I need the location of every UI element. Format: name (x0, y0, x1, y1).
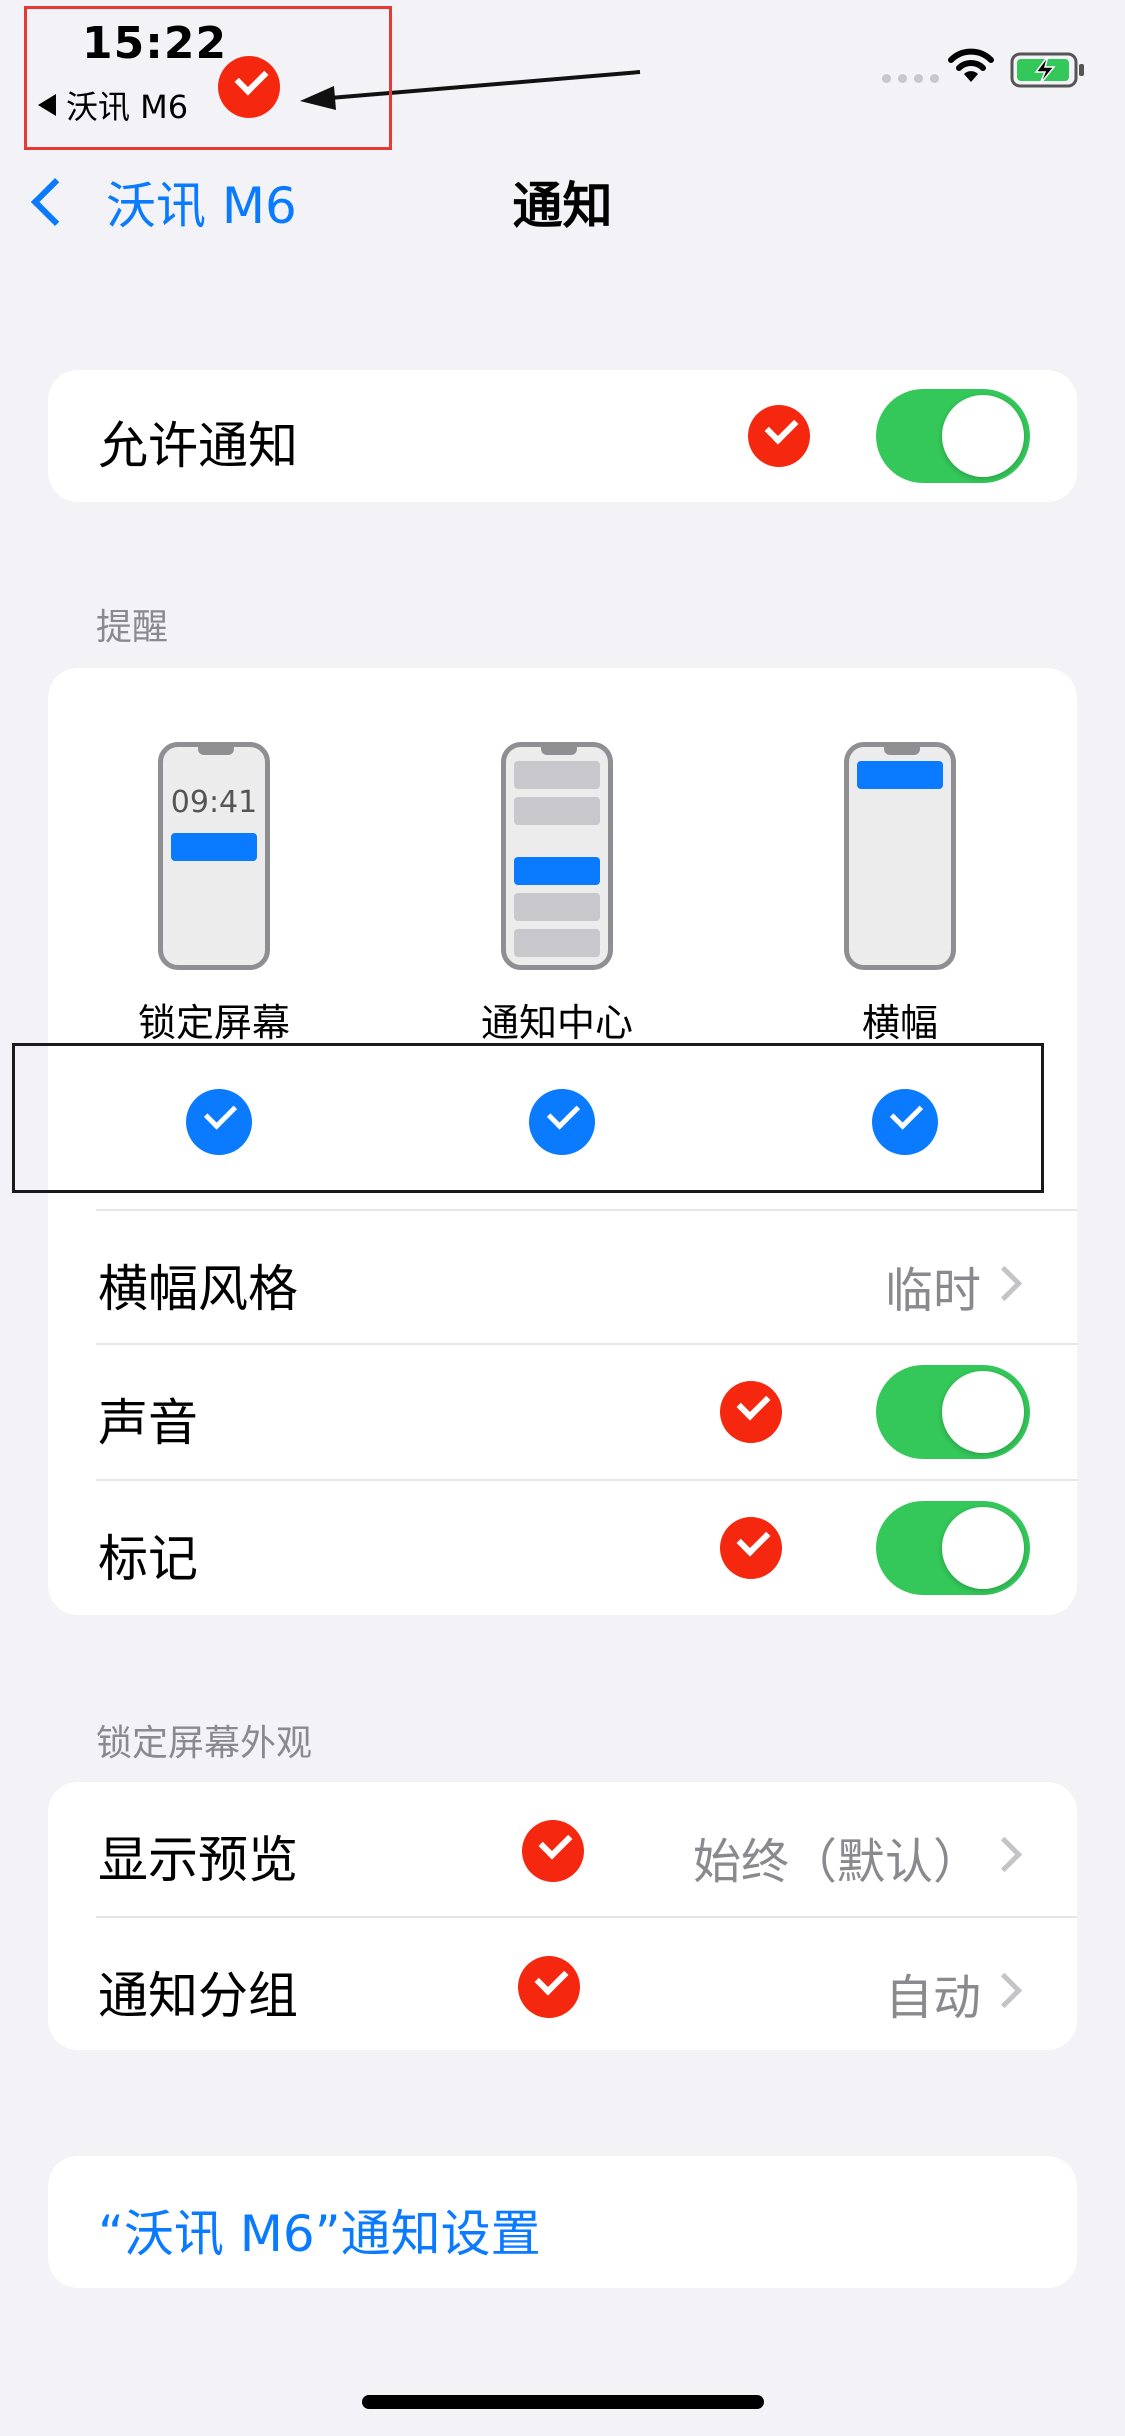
annotation-check-icon (522, 1820, 584, 1882)
show-previews-row[interactable]: 显示预览 始终（默认） (48, 1782, 1077, 1916)
annotation-check-icon (518, 1956, 580, 2018)
cellular-signal-icon (882, 74, 939, 83)
badges-label: 标记 (98, 1530, 198, 1588)
lock-screen-section-header: 锁定屏幕外观 (96, 1723, 313, 1764)
phone-time: 09:41 (170, 785, 258, 820)
battery-charging-icon (1010, 52, 1084, 88)
lock-screen-phone-icon[interactable]: 09:41 (158, 742, 270, 970)
alerts-section-header: 提醒 (96, 607, 169, 648)
notification-center-label: 通知中心 (480, 1001, 633, 1045)
badges-toggle[interactable] (876, 1501, 1030, 1595)
app-notification-settings-card[interactable]: “沃讯 M6”通知设置 (48, 2156, 1077, 2288)
show-previews-label: 显示预览 (98, 1831, 298, 1889)
chevron-right-icon (986, 1972, 1023, 2009)
chevron-right-icon (986, 1265, 1023, 1302)
chevron-right-icon (986, 1836, 1023, 1873)
show-previews-value: 始终（默认） (692, 1834, 981, 1890)
notification-grouping-row[interactable]: 通知分组 自动 (48, 1918, 1077, 2050)
notification-grouping-value: 自动 (884, 1970, 981, 2026)
annotation-box (12, 1043, 1044, 1193)
sounds-label: 声音 (98, 1394, 198, 1452)
annotation-box (24, 6, 392, 150)
app-notification-settings-link[interactable]: “沃讯 M6”通知设置 (98, 2194, 541, 2266)
allow-notifications-toggle[interactable] (876, 389, 1030, 483)
home-indicator[interactable] (362, 2395, 764, 2409)
allow-notifications-label: 允许通知 (98, 417, 298, 475)
lock-screen-card: 显示预览 始终（默认） 通知分组 自动 (48, 1782, 1077, 2050)
banners-label: 横幅 (861, 1001, 938, 1045)
annotation-check-icon (748, 405, 810, 467)
notification-grouping-label: 通知分组 (98, 1967, 298, 2025)
wifi-icon (948, 48, 994, 82)
banner-style-value: 临时 (884, 1263, 981, 1319)
page-title: 通知 (512, 177, 613, 235)
notification-center-phone-icon[interactable] (501, 742, 613, 970)
badges-row: 标记 (48, 1481, 1077, 1615)
sounds-toggle[interactable] (876, 1365, 1030, 1459)
annotation-check-icon (720, 1381, 782, 1443)
lock-screen-label: 锁定屏幕 (137, 1001, 290, 1045)
banners-phone-icon[interactable] (844, 742, 956, 970)
allow-notifications-card: 允许通知 (48, 370, 1077, 502)
allow-notifications-row: 允许通知 (48, 370, 1077, 502)
sounds-row: 声音 (48, 1345, 1077, 1479)
annotation-check-icon (720, 1517, 782, 1579)
banner-style-row[interactable]: 横幅风格 临时 (48, 1211, 1077, 1343)
banner-style-label: 横幅风格 (98, 1260, 298, 1318)
